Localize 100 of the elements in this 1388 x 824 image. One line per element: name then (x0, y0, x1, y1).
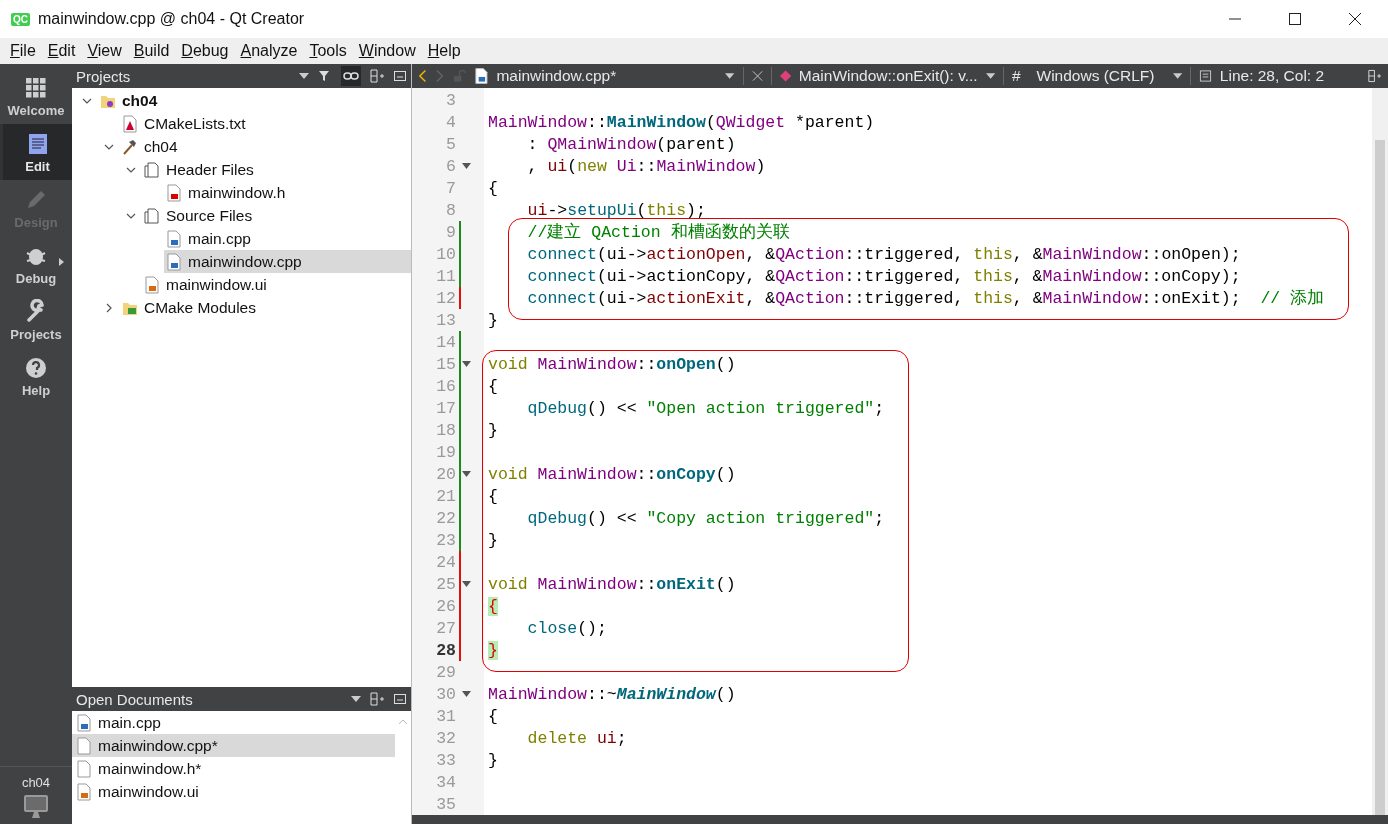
tree-item[interactable]: Header Files (142, 158, 411, 181)
fold-arrow-icon[interactable] (461, 361, 471, 367)
code-line: : QMainWindow(parent) (526, 134, 736, 154)
code-line: { (488, 706, 498, 726)
list-icon[interactable] (1198, 69, 1212, 83)
split-icon[interactable] (369, 691, 385, 707)
fold-arrow-icon[interactable] (461, 163, 471, 169)
line-number: 8 (445, 200, 456, 220)
scrollbar[interactable] (1372, 88, 1388, 815)
code-line: } (488, 750, 498, 770)
fold-arrow-icon[interactable] (461, 581, 471, 587)
code-line: void MainWindow::onCopy() (488, 464, 736, 484)
mode-button[interactable]: Debug (0, 236, 72, 292)
line-number: 24 (435, 552, 456, 572)
line-number: 33 (435, 750, 456, 770)
code-line: connect(ui->actionCopy, &QAction::triggered, this, &MainWindow::onCopy); (526, 266, 1241, 286)
code-line: { (488, 486, 498, 506)
code-line: } (488, 310, 498, 330)
document-selector[interactable]: mainwindow.cpp* (496, 67, 718, 85)
line-number: 4 (445, 112, 456, 132)
line-number: 12 (435, 288, 456, 308)
code-line: MainWindow::~MainWindow() (488, 684, 736, 704)
line-number: 25 (435, 574, 456, 594)
code-line: ui->setupUi(this); (526, 200, 706, 220)
panel-close-icon[interactable] (393, 692, 407, 706)
line-number: 26 (435, 596, 456, 616)
code-line: } (488, 530, 498, 550)
menu-item[interactable]: File (4, 42, 42, 60)
mode-button[interactable]: Edit (0, 124, 72, 180)
file-icon (166, 229, 182, 248)
tree-item[interactable]: CMakeLists.txt (120, 112, 411, 135)
mode-button[interactable]: Projects (0, 292, 72, 348)
tree-item[interactable]: ch04 (120, 135, 411, 158)
line-number: 6 (445, 156, 456, 176)
document-item[interactable]: mainwindow.h* (72, 757, 395, 780)
cursor-position[interactable]: Line: 28, Col: 2 (1219, 67, 1360, 85)
tree-item[interactable]: Source Files (142, 204, 411, 227)
code-line: close(); (526, 618, 607, 638)
menu-item[interactable]: Tools (303, 42, 353, 60)
file-icon (144, 275, 160, 294)
menu-item[interactable]: Build (127, 42, 176, 60)
menu-item[interactable]: View (81, 42, 128, 60)
fold-arrow-icon[interactable] (461, 691, 471, 697)
code-line: { (488, 178, 498, 198)
mode-button[interactable]: Welcome (0, 68, 72, 124)
dropdown-caret-icon[interactable] (299, 73, 309, 79)
code-line: } (488, 420, 498, 440)
dropdown-caret-icon[interactable] (351, 696, 361, 702)
maximize-icon[interactable] (1288, 12, 1302, 26)
code-line: connect(ui->actionExit, &QAction::triggered, this, &MainWindow::onExit); // 添加 (526, 288, 1325, 309)
menu-item[interactable]: Help (421, 42, 467, 60)
document-item[interactable]: main.cpp (72, 711, 395, 734)
code-line: void MainWindow::onOpen() (488, 354, 736, 374)
expand-arrow-icon (59, 258, 64, 266)
kit-label: ch04 (20, 775, 52, 790)
tree-item[interactable]: ch04 (98, 89, 411, 112)
line-number: 23 (435, 530, 456, 550)
document-item[interactable]: mainwindow.cpp* (72, 734, 395, 757)
file-icon (76, 782, 92, 801)
dropdown-caret-icon[interactable] (725, 73, 735, 79)
code-line: MainWindow::MainWindow(QWidget *parent) (488, 112, 875, 132)
line-number: 34 (435, 772, 456, 792)
line-number: 19 (435, 442, 456, 462)
tree-item[interactable]: main.cpp (164, 227, 411, 250)
split-icon[interactable] (369, 68, 385, 84)
file-icon (166, 183, 182, 202)
file-icon (473, 67, 489, 85)
menu-item[interactable]: Window (352, 42, 422, 60)
line-number: 9 (445, 222, 456, 242)
document-item[interactable]: mainwindow.ui (72, 780, 395, 803)
line-ending-selector[interactable]: Windows (CRLF) (1036, 67, 1165, 85)
monitor-icon[interactable] (22, 794, 50, 820)
tree-item[interactable]: CMake Modules (120, 296, 411, 319)
menu-item[interactable]: Analyze (234, 42, 304, 60)
documents-icon (144, 206, 160, 225)
line-number: 31 (435, 706, 456, 726)
tree-item[interactable]: mainwindow.ui (142, 273, 411, 296)
tree-item[interactable]: mainwindow.cpp (164, 250, 411, 273)
panel-title: Projects (76, 67, 132, 85)
line-number: 22 (435, 508, 456, 528)
menu-item[interactable]: Debug (175, 42, 235, 60)
dropdown-caret-icon[interactable] (1172, 73, 1182, 79)
line-number: 18 (435, 420, 456, 440)
panel-close-icon[interactable] (393, 69, 407, 83)
line-number: 17 (435, 398, 456, 418)
file-icon (122, 114, 138, 133)
line-number: 10 (435, 244, 456, 264)
split-icon[interactable] (1367, 68, 1382, 84)
file-icon (76, 759, 92, 778)
menu-item[interactable]: Edit (41, 42, 82, 60)
close-icon[interactable] (1348, 12, 1362, 26)
code-line: connect(ui->actionOpen, &QAction::triggered, this, &MainWindow::onOpen); (526, 244, 1241, 264)
file-icon (76, 736, 92, 755)
dropdown-caret-icon[interactable] (985, 73, 995, 79)
tree-item[interactable]: mainwindow.h (164, 181, 411, 204)
mode-button[interactable]: Help (0, 348, 72, 404)
line-number: 7 (445, 178, 456, 198)
symbol-selector[interactable]: MainWindow::onExit(): v... (798, 67, 978, 85)
fold-arrow-icon[interactable] (461, 471, 471, 477)
link-icon[interactable] (341, 66, 361, 86)
